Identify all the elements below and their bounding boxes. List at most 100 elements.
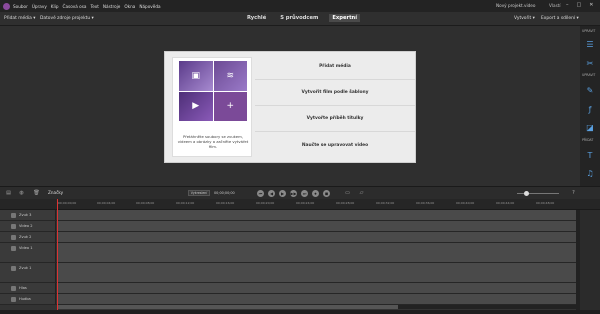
track-name: Video 2: [19, 224, 33, 228]
play-icon[interactable]: ▶: [279, 190, 286, 197]
close-icon[interactable]: ✕: [589, 2, 593, 8]
trash-icon[interactable]: 🗑: [33, 190, 40, 197]
speaker-icon[interactable]: [11, 235, 16, 240]
fx-icon[interactable]: ƒ: [585, 105, 595, 115]
track-lane[interactable]: [57, 210, 576, 220]
track-name: Zvuk 1: [19, 266, 32, 270]
track-video-1: Video 1: [0, 243, 576, 263]
play-tile-icon: ▶: [179, 91, 213, 121]
ruler-tick: 00;00;08;00: [136, 201, 155, 205]
stop-icon[interactable]: ◼: [323, 190, 330, 197]
track-name: Zvuk 2: [19, 235, 32, 239]
option-learn-editing[interactable]: Naučte se upravovat video: [255, 132, 415, 158]
help-icon[interactable]: ?: [570, 190, 577, 197]
get-started-dialog: ▣ ≋ ▶ + Přetáhněte soubory se zvukem, vi…: [164, 51, 416, 163]
go-to-end-icon[interactable]: ⏭: [301, 190, 308, 197]
panel-label-edit-2: UPRAVIT: [582, 73, 596, 77]
ruler-tick: 00;00;12;00: [176, 201, 195, 205]
track-lane[interactable]: [57, 283, 576, 293]
eye-icon[interactable]: [11, 224, 16, 229]
menu-edit[interactable]: Úpravy: [32, 4, 47, 9]
tracks-icon[interactable]: ▤: [5, 190, 12, 197]
horizontal-scroll-thumb[interactable]: [58, 305, 398, 309]
track-header: Hlas: [0, 283, 56, 293]
zoom-slider-handle[interactable]: [524, 191, 529, 196]
media-tiles: ▣ ≋ ▶ +: [179, 61, 247, 121]
narration-icon[interactable]: ▭: [344, 190, 351, 197]
music-icon[interactable]: ♫: [585, 169, 595, 179]
menu-help[interactable]: Nápověda: [139, 4, 160, 9]
track-lane[interactable]: [57, 221, 576, 231]
menu-bar: Soubor Úpravy Klip Časová osa Text Nástr…: [0, 0, 600, 12]
go-to-start-icon[interactable]: ⏮: [257, 190, 264, 197]
tab-guided[interactable]: S průvodcem: [277, 14, 321, 22]
option-title-story[interactable]: Vytvořte příběh titulky: [255, 106, 415, 132]
track-header: Video 2: [0, 221, 56, 231]
step-forward-icon[interactable]: ▶▶: [290, 190, 297, 197]
minimize-icon[interactable]: –: [566, 2, 569, 8]
adjust-icon[interactable]: ☰: [585, 40, 595, 50]
option-add-media[interactable]: Přidat média: [255, 54, 415, 80]
tools-icon[interactable]: ✂: [585, 59, 595, 69]
tab-expert[interactable]: Expertní: [329, 14, 361, 22]
menu-timeline[interactable]: Časová osa: [63, 4, 87, 9]
vertical-scrollbar[interactable]: [576, 210, 580, 310]
photo-tile-icon: ▣: [179, 61, 213, 91]
smart-fix-icon[interactable]: ▱: [358, 190, 365, 197]
track-lane[interactable]: [57, 232, 576, 242]
track-lane[interactable]: [57, 263, 576, 282]
speaker-icon[interactable]: [11, 213, 16, 218]
timeline-toolbar: ▤ ◍ 🗑 Značky Vykreslení 00;00;00;00 ⏮ ◀ …: [0, 186, 600, 199]
project-assets-button[interactable]: Datové zdroje projektu ▾: [40, 16, 94, 21]
mode-tabs: Rychlé S průvodcem Expertní: [244, 14, 361, 22]
track-name: Video 1: [19, 246, 33, 250]
drop-zone[interactable]: ▣ ≋ ▶ + Přetáhněte soubory se zvukem, vi…: [172, 57, 252, 157]
ruler-tick: 00;00;48;00: [536, 201, 555, 205]
menu-text[interactable]: Text: [90, 4, 98, 9]
track-name: Hudba: [19, 297, 31, 301]
ruler-tick: 00;00;28;00: [336, 201, 355, 205]
title-icon[interactable]: T: [585, 151, 595, 161]
music-note-icon[interactable]: [11, 297, 16, 302]
menu-window[interactable]: Okna: [124, 4, 135, 9]
track-audio-1: Zvuk 1: [0, 263, 576, 283]
playhead[interactable]: [57, 199, 58, 310]
timeline-ruler[interactable]: 00;00;00;00 00;00;04;00 00;00;08;00 00;0…: [0, 199, 600, 210]
track-audio-3: Zvuk 3: [0, 210, 576, 221]
app-logo-icon: [3, 2, 10, 10]
menu-clip[interactable]: Klip: [51, 4, 59, 9]
audio-mixer-icon[interactable]: ◍: [18, 190, 25, 197]
ruler-tick: 00;00;32;00: [376, 201, 395, 205]
ruler-tick: 00;00;36;00: [416, 201, 435, 205]
tab-quick[interactable]: Rychlé: [244, 14, 269, 22]
step-back-icon[interactable]: ◀: [268, 190, 275, 197]
track-name: Zvuk 3: [19, 213, 32, 217]
track-header: Zvuk 1: [0, 263, 56, 282]
speaker-icon[interactable]: [11, 266, 16, 271]
menu-tools[interactable]: Nástroje: [103, 4, 120, 9]
ruler-tick: 00;00;24;00: [296, 201, 315, 205]
timeline-tracks: Zvuk 3 Video 2 Zvuk 2 Video 1 Zvuk 1 Hla…: [0, 210, 576, 310]
create-button[interactable]: Vytvořit ▾: [514, 16, 535, 21]
eye-icon[interactable]: [11, 246, 16, 251]
export-share-button[interactable]: Export a sdílení ▾: [541, 16, 579, 21]
menu-file[interactable]: Soubor: [13, 4, 28, 9]
ruler-tick: 00;00;20;00: [256, 201, 275, 205]
ruler-tick: 00;00;16;00: [216, 201, 235, 205]
ruler-tick: 00;00;40;00: [456, 201, 475, 205]
track-header: Zvuk 2: [0, 232, 56, 242]
track-lane[interactable]: [57, 294, 576, 304]
markers-button[interactable]: Značky: [48, 190, 63, 195]
color-icon[interactable]: ✎: [585, 86, 595, 96]
render-button[interactable]: Vykreslení: [188, 190, 210, 196]
mic-icon[interactable]: [11, 286, 16, 291]
ruler-tick: 00;00;04;00: [97, 201, 116, 205]
maximize-icon[interactable]: □: [577, 2, 582, 8]
add-media-button[interactable]: Přidat média ▾: [4, 16, 35, 21]
bottom-bar: [0, 310, 600, 314]
record-icon[interactable]: ⏺: [312, 190, 319, 197]
transitions-icon[interactable]: ◪: [585, 123, 595, 133]
option-template-movie[interactable]: Vytvořit film podle šablony: [255, 80, 415, 106]
user-name[interactable]: Vlastí: [549, 3, 561, 8]
track-lane[interactable]: [57, 243, 576, 262]
